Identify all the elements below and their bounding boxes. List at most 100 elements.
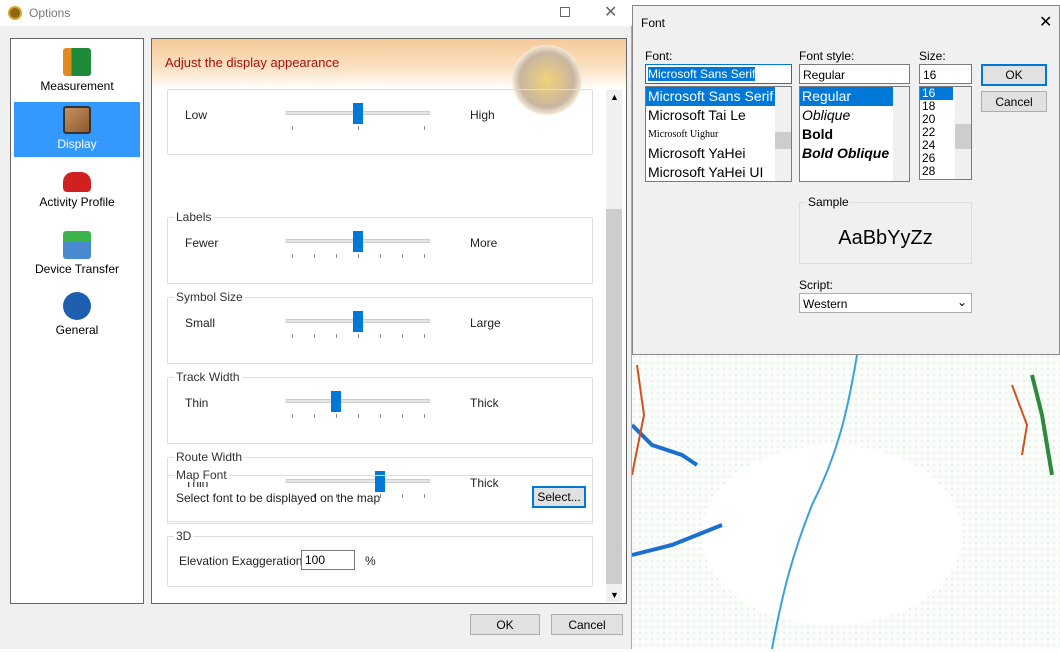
- group-legend: Track Width: [174, 370, 242, 384]
- font-option[interactable]: Microsoft YaHei UI: [646, 163, 791, 181]
- scroll-down-icon[interactable]: ▼: [610, 590, 619, 600]
- font-list[interactable]: Microsoft Sans Serif Microsoft Tai Le Mi…: [645, 86, 792, 182]
- slider-track[interactable]: [286, 103, 430, 130]
- font-input-value: Microsoft Sans Serif: [648, 67, 756, 81]
- size-list[interactable]: 16 18 20 22 24 26 28: [919, 86, 972, 180]
- font-style-input[interactable]: Regular: [799, 64, 910, 84]
- sidebar-item-label: Display: [57, 137, 97, 151]
- font-label: Font:: [645, 49, 673, 63]
- slider-thumb[interactable]: [353, 231, 363, 252]
- script-label: Script:: [799, 278, 834, 292]
- group-legend: Labels: [174, 210, 214, 224]
- map-view[interactable]: [630, 354, 1060, 650]
- sample-group: Sample AaBbYyZz: [799, 195, 972, 264]
- title-bar: Options ✕: [0, 0, 632, 26]
- slider-tick: [292, 254, 293, 258]
- select-font-button[interactable]: Select...: [532, 486, 586, 508]
- slider-thumb[interactable]: [353, 103, 363, 124]
- close-button[interactable]: ✕: [604, 2, 617, 22]
- slider-tick: [380, 254, 381, 258]
- slider-tick: [358, 414, 359, 418]
- percent-unit: %: [365, 554, 376, 568]
- group-legend: Map Font: [174, 468, 229, 482]
- scroll-up-icon[interactable]: ▲: [610, 92, 619, 102]
- slider-tick: [402, 414, 403, 418]
- sidebar-item-device-transfer[interactable]: Device Transfer: [14, 227, 140, 282]
- slider-thumb[interactable]: [353, 311, 363, 332]
- slider-min-label: Low: [185, 108, 208, 122]
- slider-thumb[interactable]: [330, 391, 341, 412]
- slider-tick: [380, 414, 381, 418]
- font-option[interactable]: Microsoft Uighur: [646, 125, 791, 144]
- slider-tick: [424, 126, 425, 130]
- slider-max-label: Thick: [470, 396, 499, 410]
- style-list-scrollbar[interactable]: [893, 87, 909, 181]
- font-style-list[interactable]: Regular Oblique Bold Bold Oblique: [799, 86, 910, 182]
- map-features: [630, 354, 1060, 650]
- slider-min-label: Fewer: [185, 236, 219, 250]
- slider-tick: [336, 414, 337, 418]
- slider-tick: [380, 334, 381, 338]
- slider-group: Symbol Size Small Large: [167, 290, 593, 364]
- map-font-text: Select font to be displayed on the map: [176, 491, 381, 505]
- script-value: Western: [803, 297, 848, 311]
- sample-label: Sample: [806, 195, 851, 209]
- sample-text: AaBbYyZz: [838, 227, 933, 249]
- sidebar-item-general[interactable]: General: [14, 288, 140, 343]
- 3d-group: 3D Elevation Exaggeration: %: [167, 529, 593, 587]
- cancel-button[interactable]: Cancel: [551, 614, 623, 635]
- slider-tick: [336, 334, 337, 338]
- sidebar-item-activity-profile[interactable]: Activity Profile: [14, 164, 140, 219]
- style-option[interactable]: Regular: [800, 87, 893, 106]
- font-list-scrollbar[interactable]: [775, 87, 791, 181]
- font-input[interactable]: Microsoft Sans Serif: [645, 64, 792, 84]
- sidebar-item-measurement[interactable]: Measurement: [14, 44, 140, 99]
- font-option[interactable]: Microsoft Tai Le: [646, 106, 791, 125]
- slider-max-label: Large: [470, 316, 501, 330]
- slider-tick: [292, 126, 293, 130]
- script-select[interactable]: Western ⌄: [799, 293, 972, 313]
- panel-banner: Adjust the display appearance: [152, 39, 626, 115]
- sidebar-item-label: Activity Profile: [39, 195, 115, 209]
- size-label: Size:: [919, 49, 946, 63]
- window-title: Options: [29, 6, 71, 20]
- elevation-exaggeration-input[interactable]: [301, 550, 355, 570]
- sidebar-item-label: Measurement: [40, 79, 114, 93]
- slider-track[interactable]: [286, 391, 430, 418]
- group-legend: 3D: [174, 529, 194, 543]
- slider-tick: [358, 334, 359, 338]
- slider-tick: [358, 254, 359, 258]
- size-input[interactable]: 16: [919, 64, 972, 84]
- slider-min-label: Thin: [185, 396, 209, 410]
- slider-tick: [424, 334, 425, 338]
- slider-max-label: High: [470, 108, 495, 122]
- group-legend: Route Width: [174, 450, 245, 464]
- slider-tick: [402, 254, 403, 258]
- font-option[interactable]: Microsoft Sans Serif: [646, 87, 791, 106]
- font-option[interactable]: Microsoft YaHei: [646, 144, 791, 163]
- scrollbar-thumb[interactable]: [606, 209, 622, 584]
- slider-tick: [424, 254, 425, 258]
- maximize-button[interactable]: [560, 7, 570, 17]
- car-icon: [63, 172, 91, 192]
- sidebar-item-display[interactable]: Display: [14, 102, 140, 157]
- sidebar-item-label: Device Transfer: [34, 262, 120, 276]
- size-list-scrollbar[interactable]: [955, 87, 971, 179]
- close-button[interactable]: ✕: [1039, 12, 1052, 32]
- map-font-group: Map Font Select font to be displayed on …: [167, 468, 593, 522]
- options-window: Options ✕ Measurement Display Activity P…: [0, 0, 632, 649]
- slider-min-label: Small: [185, 316, 216, 330]
- slider-track[interactable]: [286, 311, 430, 338]
- slider-tick: [424, 414, 425, 418]
- group-legend: Symbol Size: [174, 290, 245, 304]
- ok-button[interactable]: OK: [470, 614, 540, 635]
- slider-tick: [314, 414, 315, 418]
- sidebar: Measurement Display Activity Profile Dev…: [10, 38, 144, 604]
- font-cancel-button[interactable]: Cancel: [981, 91, 1047, 112]
- font-ok-button[interactable]: OK: [981, 64, 1047, 86]
- slider-track[interactable]: [286, 231, 430, 258]
- display-icon: [63, 106, 91, 134]
- sidebar-item-label: General: [55, 323, 99, 337]
- slider-tick: [314, 254, 315, 258]
- slider-tick: [336, 254, 337, 258]
